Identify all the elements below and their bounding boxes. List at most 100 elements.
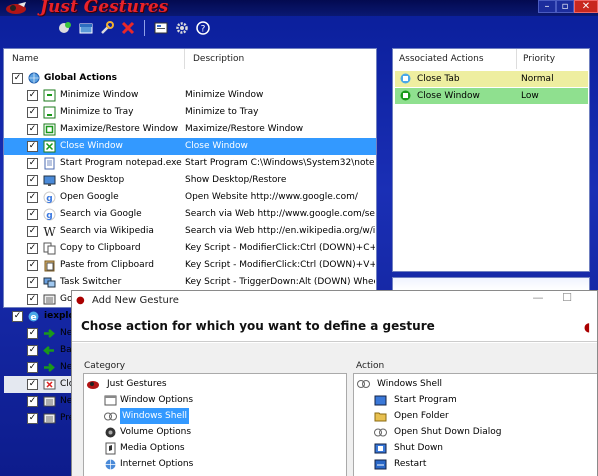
- checkbox[interactable]: ✓: [27, 175, 38, 186]
- tree-label: Window Options: [120, 395, 194, 405]
- start-program-icon: [374, 394, 387, 407]
- action-row[interactable]: ✓ g Open Google Open Website http://www.goo…: [4, 189, 376, 206]
- shell-icon: [357, 378, 370, 391]
- title-bar[interactable]: Just Gestures – ▫ ✕: [0, 0, 598, 17]
- delete-icon[interactable]: [119, 19, 137, 37]
- checkbox[interactable]: ✓: [27, 90, 38, 101]
- action-name: Minimize Window: [60, 90, 139, 100]
- column-header-actions[interactable]: Associated Actions: [393, 49, 517, 69]
- action-tree[interactable]: Windows Shell Start Program Open Folder Op…: [353, 373, 597, 476]
- globe-icon: [27, 72, 40, 85]
- checkbox[interactable]: ✓: [27, 396, 38, 407]
- task-switcher-icon: [43, 276, 56, 289]
- action-row[interactable]: ✓ Start Program notepad.exe Start Program …: [4, 155, 376, 172]
- associated-action-row[interactable]: Close Window Low: [395, 88, 588, 104]
- google-icon: g: [43, 191, 56, 204]
- checkbox[interactable]: ✓: [27, 362, 38, 373]
- action-row[interactable]: ✓ Maximize/Restore Window Maximize/Restore…: [4, 121, 376, 138]
- maximize-window-icon: [43, 123, 56, 136]
- options-icon[interactable]: [152, 19, 170, 37]
- window-icon: [104, 394, 117, 407]
- checkbox[interactable]: ✓: [27, 260, 38, 271]
- action-row[interactable]: ✓ W Search via Wikipedia Search via Web htt…: [4, 223, 376, 240]
- action-row[interactable]: ✓ Task Switcher Key Script - TriggerDown:A…: [4, 274, 376, 291]
- open-folder-icon: [374, 410, 387, 423]
- action-description: Key Script - ModifierClick:Ctrl (DOWN)+C…: [185, 243, 375, 253]
- tree-label: Open Folder: [394, 411, 449, 421]
- action-description: Key Script - ModifierClick:Ctrl (DOWN)+V…: [185, 260, 375, 270]
- tree-label: Start Program: [394, 395, 457, 405]
- action-name: Search via Google: [60, 209, 142, 219]
- tree-label: Shut Down: [394, 443, 444, 453]
- checkbox[interactable]: ✓: [27, 328, 38, 339]
- maximize-button[interactable]: ▫: [556, 0, 574, 13]
- action-description: Key Script - TriggerDown:Alt (DOWN) Whee…: [185, 277, 375, 287]
- action-row[interactable]: ✓ Close Window Close Window: [4, 138, 376, 155]
- category-tree[interactable]: Just Gestures Window Options Windows Shel…: [83, 373, 347, 476]
- action-row[interactable]: ✓ Paste from Clipboard Key Script - Modifi…: [4, 257, 376, 274]
- settings-wrench-icon[interactable]: [98, 19, 116, 37]
- checkbox[interactable]: ✓: [27, 243, 38, 254]
- checkbox[interactable]: ✓: [27, 226, 38, 237]
- checkbox[interactable]: ✓: [27, 345, 38, 356]
- action-description: Minimize to Tray: [185, 107, 259, 117]
- checkbox[interactable]: ✓: [12, 73, 23, 84]
- associated-action-row[interactable]: Close Tab Normal: [395, 71, 588, 87]
- open-icon[interactable]: [77, 19, 95, 37]
- action-row[interactable]: ✓ Minimize Window Minimize Window: [4, 87, 376, 104]
- action-row[interactable]: ✓ Show Desktop Show Desktop/Restore: [4, 172, 376, 189]
- shell-icon: [104, 410, 117, 423]
- new-gesture-icon[interactable]: [56, 19, 74, 37]
- media-icon: [104, 442, 117, 455]
- volume-icon: [104, 426, 117, 439]
- checkbox[interactable]: ✓: [27, 158, 38, 169]
- action-name: Task Switcher: [60, 277, 122, 287]
- new-window-icon: [43, 361, 56, 374]
- checkbox[interactable]: ✓: [27, 107, 38, 118]
- tree-label: Volume Options: [120, 427, 192, 437]
- gear-icon[interactable]: [173, 19, 191, 37]
- associated-action-priority: Low: [521, 91, 539, 101]
- shut-down-dialog-icon: [374, 426, 387, 439]
- checkbox[interactable]: ✓: [12, 311, 23, 322]
- checkbox[interactable]: ✓: [27, 277, 38, 288]
- minimize-button[interactable]: –: [538, 0, 556, 13]
- app-title: Just Gestures: [40, 0, 169, 17]
- action-row[interactable]: ✓ Copy to Clipboard Key Script - ModifierC…: [4, 240, 376, 257]
- minimize-to-tray-icon: [43, 106, 56, 119]
- keyboard-icon: [43, 412, 56, 425]
- checkbox[interactable]: ✓: [27, 294, 38, 305]
- svg-text:g: g: [46, 194, 52, 204]
- checkbox[interactable]: ✓: [27, 124, 38, 135]
- close-button[interactable]: ✕: [574, 0, 598, 13]
- close-tab-icon: [399, 72, 412, 85]
- associated-action-priority: Normal: [521, 74, 554, 84]
- action-name: Open Google: [60, 192, 119, 202]
- checkbox[interactable]: ✓: [27, 413, 38, 424]
- checkbox[interactable]: ✓: [27, 192, 38, 203]
- associated-actions-panel: Associated Actions Priority Close Tab Nor…: [392, 48, 590, 272]
- action-row[interactable]: ✓ g Search via Google Search via Web http:/…: [4, 206, 376, 223]
- shut-down-icon: [374, 442, 387, 455]
- notepad-icon: [43, 157, 56, 170]
- column-header-name[interactable]: Name: [4, 49, 185, 69]
- desktop-icon: [43, 174, 56, 187]
- gesture-preview-strip: [392, 277, 590, 291]
- checkbox[interactable]: ✓: [27, 141, 38, 152]
- minimize-window-icon: [43, 89, 56, 102]
- group-label: Global Actions: [44, 73, 118, 83]
- action-row[interactable]: ✓ Minimize to Tray Minimize to Tray: [4, 104, 376, 121]
- dialog-maximize-button[interactable]: ☐: [556, 291, 578, 309]
- action-name: Ba: [60, 345, 72, 355]
- group-row-global-actions[interactable]: ✓ Global Actions: [4, 70, 376, 87]
- column-header-priority[interactable]: Priority: [517, 49, 589, 69]
- checkbox[interactable]: ✓: [27, 379, 38, 390]
- checkbox[interactable]: ✓: [27, 209, 38, 220]
- paste-icon: [43, 259, 56, 272]
- svg-text:W: W: [43, 225, 56, 238]
- help-icon[interactable]: ?: [194, 19, 212, 37]
- gesture-rows: ✓ Global Actions ✓ Minimize Window Minimiz…: [4, 70, 376, 308]
- dialog-minimize-button[interactable]: —: [527, 291, 549, 309]
- tree-label: Open Shut Down Dialog: [394, 427, 502, 437]
- column-header-description[interactable]: Description: [185, 49, 376, 69]
